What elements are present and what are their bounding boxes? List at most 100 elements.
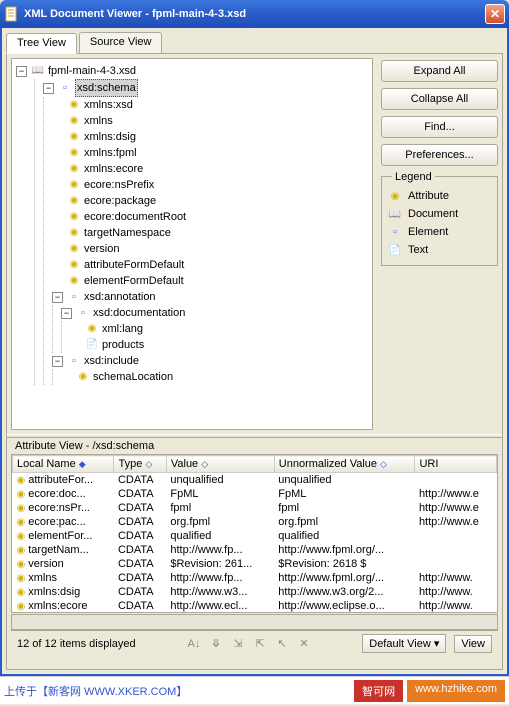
attribute-icon	[17, 488, 26, 500]
cell-value: http://www.w3...	[166, 585, 274, 599]
cell-uri: http://www.	[415, 585, 497, 599]
horizontal-scrollbar[interactable]	[11, 614, 498, 630]
cell-unnorm: unqualified	[274, 473, 415, 488]
titlebar: XML Document Viewer - fpml-main-4-3.xsd …	[0, 0, 509, 28]
tree-label: xmlns:dsig	[84, 129, 136, 145]
sort-icon[interactable]: ◇	[145, 459, 152, 469]
tree-node-attribute[interactable]: ecore:nsPrefix	[52, 177, 368, 193]
cell-value: unqualified	[166, 473, 274, 488]
cell-value: fpml	[166, 501, 274, 515]
tree-node-root[interactable]: − fpml-main-4-3.xsd	[16, 63, 368, 79]
expander-icon[interactable]: −	[61, 308, 72, 319]
close-button[interactable]: ✕	[485, 4, 505, 24]
sort-asc-icon[interactable]: A↓	[186, 636, 202, 652]
table-row[interactable]: versionCDATA$Revision: 261...$Revision: …	[13, 557, 497, 571]
sort-icon[interactable]: ◆	[79, 459, 86, 469]
expander-icon[interactable]: −	[52, 356, 63, 367]
col-value[interactable]: Value◇	[166, 456, 274, 473]
cell-uri: http://www.	[415, 571, 497, 585]
tree-view[interactable]: − fpml-main-4-3.xsd − xsd:schema xmlns:x…	[11, 58, 373, 430]
legend-box: Legend Attribute Document Element	[381, 176, 498, 266]
attribute-table[interactable]: Local Name◆ Type◇ Value◇ Unnormalized Va…	[11, 454, 498, 613]
expander-icon[interactable]: −	[16, 66, 27, 77]
legend-item-text: Text	[388, 241, 491, 259]
table-row[interactable]: xmlnsCDATAhttp://www.fp...http://www.fpm…	[13, 571, 497, 585]
table-row[interactable]: elementFor...CDATAqualifiedqualified	[13, 529, 497, 543]
collapse-all-button[interactable]: Collapse All	[381, 88, 498, 110]
tree-node-products[interactable]: products	[70, 337, 368, 353]
tree-label: ecore:package	[84, 193, 156, 209]
cell-type: CDATA	[114, 571, 166, 585]
cell-uri: http://www.e	[415, 501, 497, 515]
filter-icon[interactable]: ⤋	[208, 636, 224, 652]
pointer-icon[interactable]: ↖	[274, 636, 290, 652]
tree-node-attribute[interactable]: xmlns:ecore	[52, 161, 368, 177]
table-row[interactable]: ecore:doc...CDATAFpMLFpMLhttp://www.e	[13, 487, 497, 501]
tree-node-documentation[interactable]: −xsd:documentation	[61, 305, 368, 321]
table-row[interactable]: xmlns:dsigCDATAhttp://www.w3...http://ww…	[13, 585, 497, 599]
tree-node-schemalocation[interactable]: schemaLocation	[61, 369, 368, 385]
tree-node-include[interactable]: −xsd:include	[52, 353, 368, 369]
tree-label: version	[84, 241, 119, 257]
expander-icon[interactable]: −	[52, 292, 63, 303]
table-row[interactable]: ecore:pac...CDATAorg.fpmlorg.fpmlhttp://…	[13, 515, 497, 529]
col-type[interactable]: Type◇	[114, 456, 166, 473]
tree-node-attribute[interactable]: xmlns:xsd	[52, 97, 368, 113]
collapse-icon[interactable]: ⇲	[230, 636, 246, 652]
table-row[interactable]: ecore:nsPr...CDATAfpmlfpmlhttp://www.e	[13, 501, 497, 515]
tree-label: targetNamespace	[84, 225, 171, 241]
attribute-icon	[17, 558, 26, 570]
cell-uri: http://www.	[415, 599, 497, 613]
find-button[interactable]: Find...	[381, 116, 498, 138]
item-count: 12 of 12 items displayed	[17, 638, 136, 650]
tab-tree-view[interactable]: Tree View	[6, 33, 77, 54]
text-icon	[388, 243, 402, 257]
tree-node-schema[interactable]: − xsd:schema	[43, 79, 368, 97]
tree-node-xmllang[interactable]: xml:lang	[70, 321, 368, 337]
sort-icon[interactable]: ◇	[380, 459, 387, 469]
table-row[interactable]: xmlns:ecoreCDATAhttp://www.ecl...http://…	[13, 599, 497, 613]
cell-name: xmlns	[28, 572, 57, 584]
cell-name: attributeFor...	[28, 474, 93, 486]
cell-value: FpML	[166, 487, 274, 501]
tree-node-attribute[interactable]: ecore:package	[52, 193, 368, 209]
legend-label: Attribute	[408, 190, 449, 202]
cell-value: org.fpml	[166, 515, 274, 529]
default-view-button[interactable]: Default View ▾	[362, 634, 446, 653]
site-url-badge[interactable]: www.hzhike.com	[407, 680, 505, 702]
expand-icon[interactable]: ⇱	[252, 636, 268, 652]
cell-type: CDATA	[114, 599, 166, 613]
site-badge[interactable]: 智可网	[354, 680, 403, 702]
tree-node-attribute[interactable]: xmlns:fpml	[52, 145, 368, 161]
tree-node-attribute[interactable]: xmlns:dsig	[52, 129, 368, 145]
table-row[interactable]: targetNam...CDATAhttp://www.fp...http://…	[13, 543, 497, 557]
legend-title: Legend	[392, 171, 435, 183]
tree-node-attribute[interactable]: version	[52, 241, 368, 257]
sort-icon[interactable]: ◇	[201, 459, 208, 469]
col-local-name[interactable]: Local Name◆	[13, 456, 114, 473]
legend-label: Text	[408, 244, 428, 256]
tree-node-annotation[interactable]: −xsd:annotation	[52, 289, 368, 305]
tree-node-attribute[interactable]: elementFormDefault	[52, 273, 368, 289]
table-row[interactable]: attributeFor...CDATAunqualifiedunqualifi…	[13, 473, 497, 488]
attribute-icon	[17, 516, 26, 528]
tree-node-attribute[interactable]: attributeFormDefault	[52, 257, 368, 273]
close-panel-icon[interactable]: ✕	[296, 636, 312, 652]
cell-unnorm: qualified	[274, 529, 415, 543]
col-unnorm[interactable]: Unnormalized Value◇	[274, 456, 415, 473]
window-title: XML Document Viewer - fpml-main-4-3.xsd	[24, 8, 485, 20]
preferences-button[interactable]: Preferences...	[381, 144, 498, 166]
expander-icon[interactable]: −	[43, 83, 54, 94]
tree-node-attribute[interactable]: ecore:documentRoot	[52, 209, 368, 225]
tree-node-attribute[interactable]: xmlns	[52, 113, 368, 129]
legend-item-attribute: Attribute	[388, 187, 491, 205]
tree-label: xmlns:fpml	[84, 145, 137, 161]
expand-all-button[interactable]: Expand All	[381, 60, 498, 82]
col-uri[interactable]: URI	[415, 456, 497, 473]
tree-label: attributeFormDefault	[84, 257, 184, 273]
cell-unnorm: FpML	[274, 487, 415, 501]
attribute-icon	[388, 189, 402, 203]
tree-node-attribute[interactable]: targetNamespace	[52, 225, 368, 241]
view-button[interactable]: View	[454, 635, 492, 653]
tab-source-view[interactable]: Source View	[79, 32, 163, 53]
